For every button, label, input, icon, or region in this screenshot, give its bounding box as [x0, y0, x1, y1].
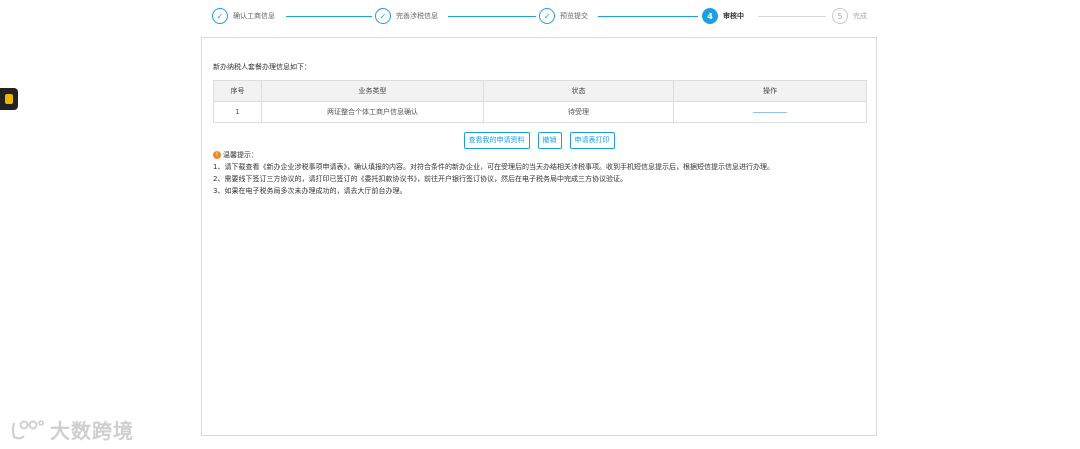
column-header-index: 序号 [213, 80, 262, 102]
tips-title: 温馨提示： [223, 151, 258, 159]
step-connector [286, 16, 372, 17]
watermark: 大数跨境 [10, 415, 134, 444]
step-under-review: 4 审核中 [702, 7, 744, 25]
application-table: 序号 业务类型 状态 操作 1 两证整合个体工商户信息确认 待受理 [213, 80, 867, 123]
tip-line-1: 1、请下载查看《新办企业涉税事项申请表》，确认填报的内容。对符合条件的新办企业，… [213, 163, 774, 171]
table-row: 1 两证整合个体工商户信息确认 待受理 [213, 101, 867, 123]
view-materials-button[interactable]: 查看我的申请资料 [463, 132, 530, 149]
info-icon: ! [213, 151, 221, 159]
check-icon: ✓ [212, 8, 228, 24]
watermark-logo-icon [10, 419, 44, 441]
robot-icon [5, 94, 13, 104]
step-preview-submit: ✓ 预览提交 [539, 7, 588, 25]
column-header-type: 业务类型 [261, 80, 484, 102]
column-header-status: 状态 [483, 80, 674, 102]
tips-section: ! 温馨提示： 1、请下载查看《新办企业涉税事项申请表》，确认填报的内容。对符合… [213, 149, 863, 197]
revoke-button[interactable]: 撤销 [537, 132, 562, 149]
application-panel: 新办纳税人套餐办理信息如下： 序号 业务类型 状态 操作 1 两证整合个体工商户… [201, 37, 877, 436]
cell-index: 1 [213, 101, 262, 123]
step-finish: 5 完成 [832, 7, 867, 25]
action-link[interactable] [753, 111, 787, 113]
tip-line-2: 2、需要线下签订三方协议的，请打印已签订的《委托扣款协议书》，前往开户银行签订协… [213, 175, 627, 183]
side-float-widget[interactable] [0, 88, 18, 110]
panel-intro: 新办纳税人套餐办理信息如下： [213, 63, 311, 71]
step-connector [758, 16, 826, 17]
tip-line-3: 3、如果在电子税务局多次未办理成功的，请去大厅前台办理。 [213, 187, 407, 195]
step-connector [448, 16, 536, 17]
check-icon: ✓ [539, 8, 555, 24]
table-header-row: 序号 业务类型 状态 操作 [213, 80, 867, 102]
watermark-text: 大数跨境 [50, 419, 134, 443]
step-connector [598, 16, 698, 17]
step-number-badge: 5 [832, 8, 848, 24]
step-label: 完善涉税信息 [396, 12, 438, 20]
column-header-action: 操作 [673, 80, 867, 102]
cell-business-type: 两证整合个体工商户信息确认 [261, 101, 484, 123]
print-form-button[interactable]: 申请表打印 [569, 132, 615, 149]
action-buttons: 查看我的申请资料 撤销 申请表打印 [202, 132, 876, 149]
step-number-badge: 4 [702, 8, 718, 24]
check-icon: ✓ [375, 8, 391, 24]
step-confirm-business: ✓ 确认工商信息 [212, 7, 275, 25]
cell-status: 待受理 [483, 101, 674, 123]
step-label: 完成 [853, 12, 867, 20]
step-label: 确认工商信息 [233, 12, 275, 20]
progress-steps: ✓ 确认工商信息 ✓ 完善涉税信息 ✓ 预览提交 4 审核中 5 完成 [212, 7, 872, 27]
step-label: 审核中 [723, 12, 744, 20]
cell-action [673, 101, 867, 123]
step-label: 预览提交 [560, 12, 588, 20]
step-complete-tax-info: ✓ 完善涉税信息 [375, 7, 438, 25]
tips-header: ! 温馨提示： [213, 149, 863, 161]
